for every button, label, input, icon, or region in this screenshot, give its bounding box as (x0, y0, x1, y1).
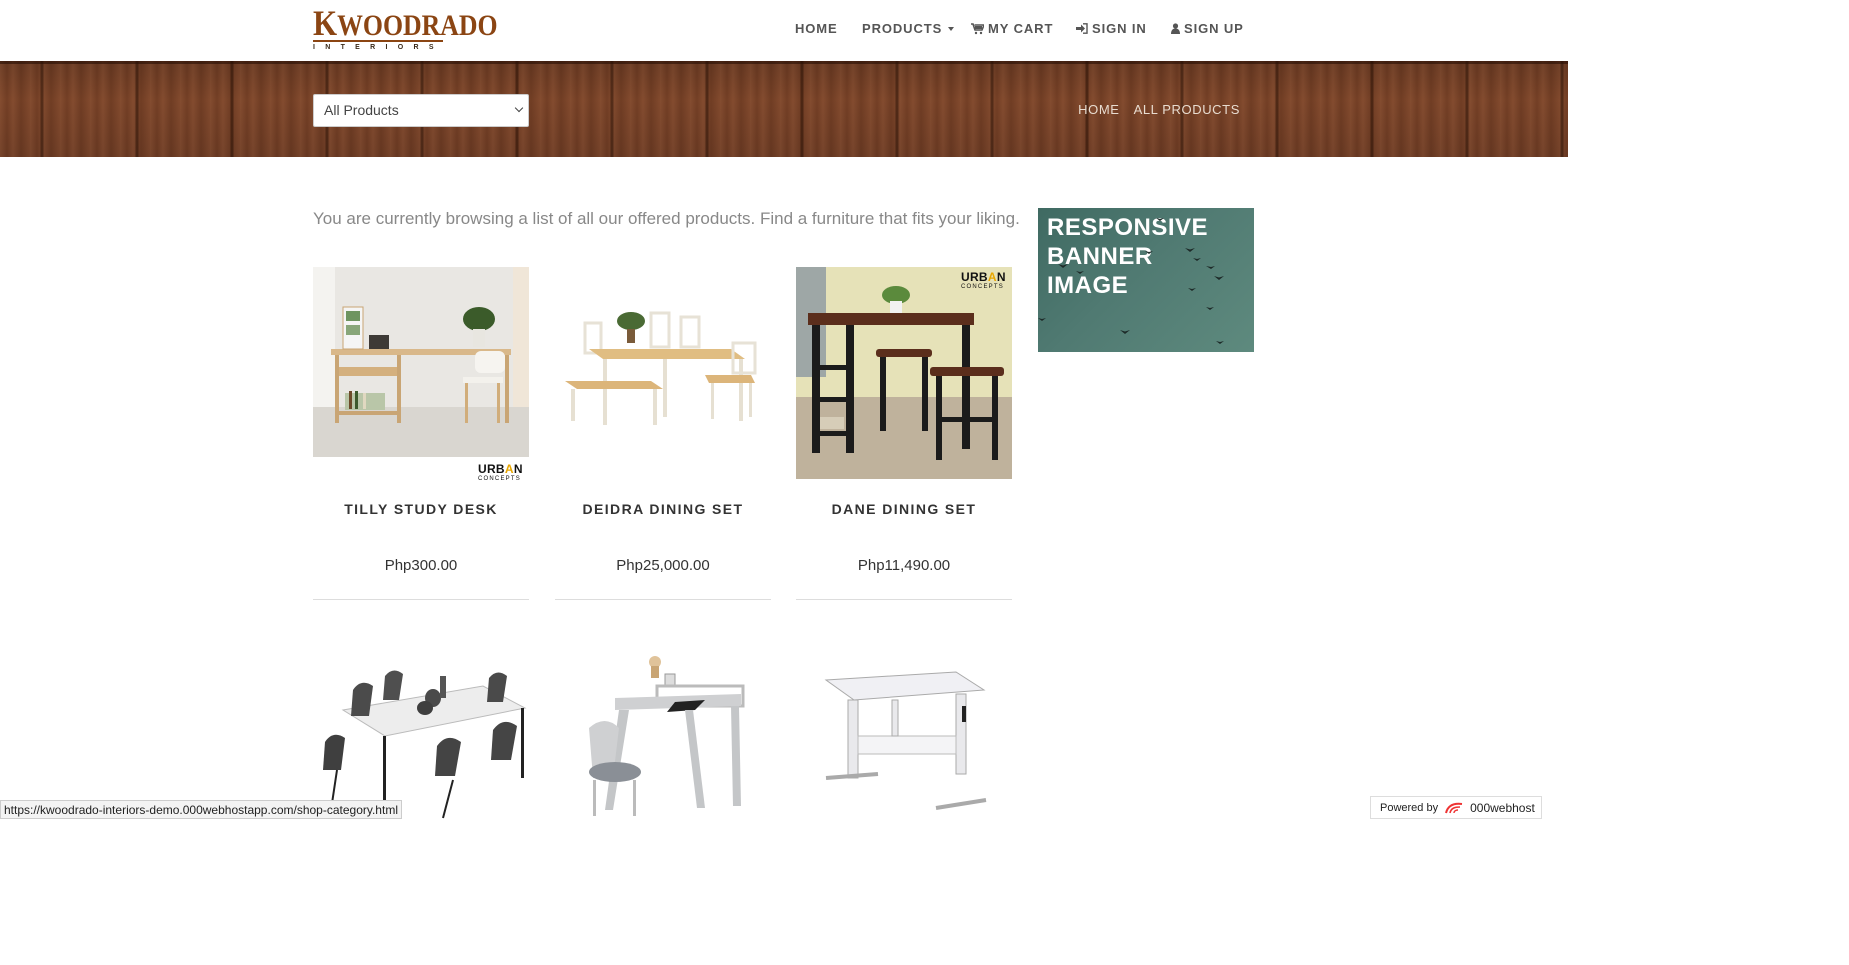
product-card[interactable]: DEIDRA DINING SET Php25,000.00 (555, 267, 771, 600)
breadcrumb: HOME ALL PRODUCTS (1078, 102, 1240, 117)
product-name[interactable]: TILLY STUDY DESK (313, 501, 529, 517)
product-card[interactable] (313, 650, 529, 819)
nav-sign-in[interactable]: SIGN IN (1076, 21, 1147, 36)
white-adjustable-desk-photo (824, 671, 987, 810)
study-desk-photo (313, 267, 529, 480)
product-price: Php11,490.00 (857, 557, 951, 574)
product-image[interactable] (313, 650, 529, 819)
breadcrumb-all-products[interactable]: ALL PRODUCTS (1134, 102, 1240, 117)
webhost-logo-icon (1445, 802, 1463, 813)
logo-initial: K (313, 3, 338, 43)
bar-table-photo (796, 267, 1012, 479)
product-card[interactable]: URBAN CONCEPTS TILLY STUDY DESK Php300.00 (313, 267, 529, 600)
product-image[interactable]: URBAN CONCEPTS (796, 267, 1012, 480)
powered-by-badge[interactable]: Powered by 000webhost (1370, 796, 1542, 819)
chevron-down-icon (514, 103, 524, 113)
nav-sign-up[interactable]: SIGN UP (1171, 21, 1244, 36)
product-card[interactable] (796, 650, 1012, 819)
user-icon (1171, 23, 1180, 34)
caret-down-icon (948, 26, 955, 31)
category-select[interactable]: All Products (313, 94, 529, 127)
product-card[interactable] (555, 650, 771, 819)
product-image[interactable] (555, 650, 771, 819)
browser-status-url: https://kwoodrado-interiors-demo.000webh… (0, 800, 402, 819)
product-name[interactable]: DEIDRA DINING SET (555, 501, 771, 517)
product-image[interactable]: URBAN CONCEPTS (313, 267, 529, 480)
top-navbar: KWOODRADO INTERIORS HOME PRODUCTS MY CAR… (0, 0, 1568, 61)
cart-icon (971, 22, 984, 34)
product-price: Php300.00 (384, 557, 458, 574)
grey-desk-photo (589, 656, 745, 816)
dining-table-grey-chairs-photo (323, 670, 527, 819)
sign-in-icon (1076, 23, 1088, 34)
nav-my-cart[interactable]: MY CART (971, 21, 1053, 36)
urban-concepts-watermark: URBAN CONCEPTS (478, 462, 523, 480)
product-image[interactable] (555, 267, 771, 480)
nav-products-dropdown[interactable]: PRODUCTS (862, 21, 955, 36)
site-logo[interactable]: KWOODRADO INTERIORS (313, 5, 498, 53)
responsive-banner-ad[interactable]: RESPONSIVE BANNER IMAGE (1038, 208, 1254, 352)
nav-home[interactable]: HOME (795, 21, 838, 36)
breadcrumb-home[interactable]: HOME (1078, 102, 1119, 117)
logo-wordmark: WOODRADO (337, 9, 498, 42)
logo-subtitle: INTERIORS (313, 44, 444, 51)
product-name[interactable]: DANE DINING SET (796, 501, 1012, 517)
product-price: Php25,000.00 (616, 557, 710, 574)
dining-set-photo (565, 311, 757, 425)
urban-concepts-watermark: URBAN CONCEPTS (961, 270, 1006, 290)
logo-underline (313, 40, 443, 42)
intro-text: You are currently browsing a list of all… (313, 209, 1020, 228)
birds-graphic (1038, 218, 1224, 344)
wood-header-banner (0, 61, 1568, 157)
product-card[interactable]: URBAN CONCEPTS DANE DINING SET Php11,490.… (796, 267, 1012, 600)
product-image[interactable] (796, 650, 1012, 819)
